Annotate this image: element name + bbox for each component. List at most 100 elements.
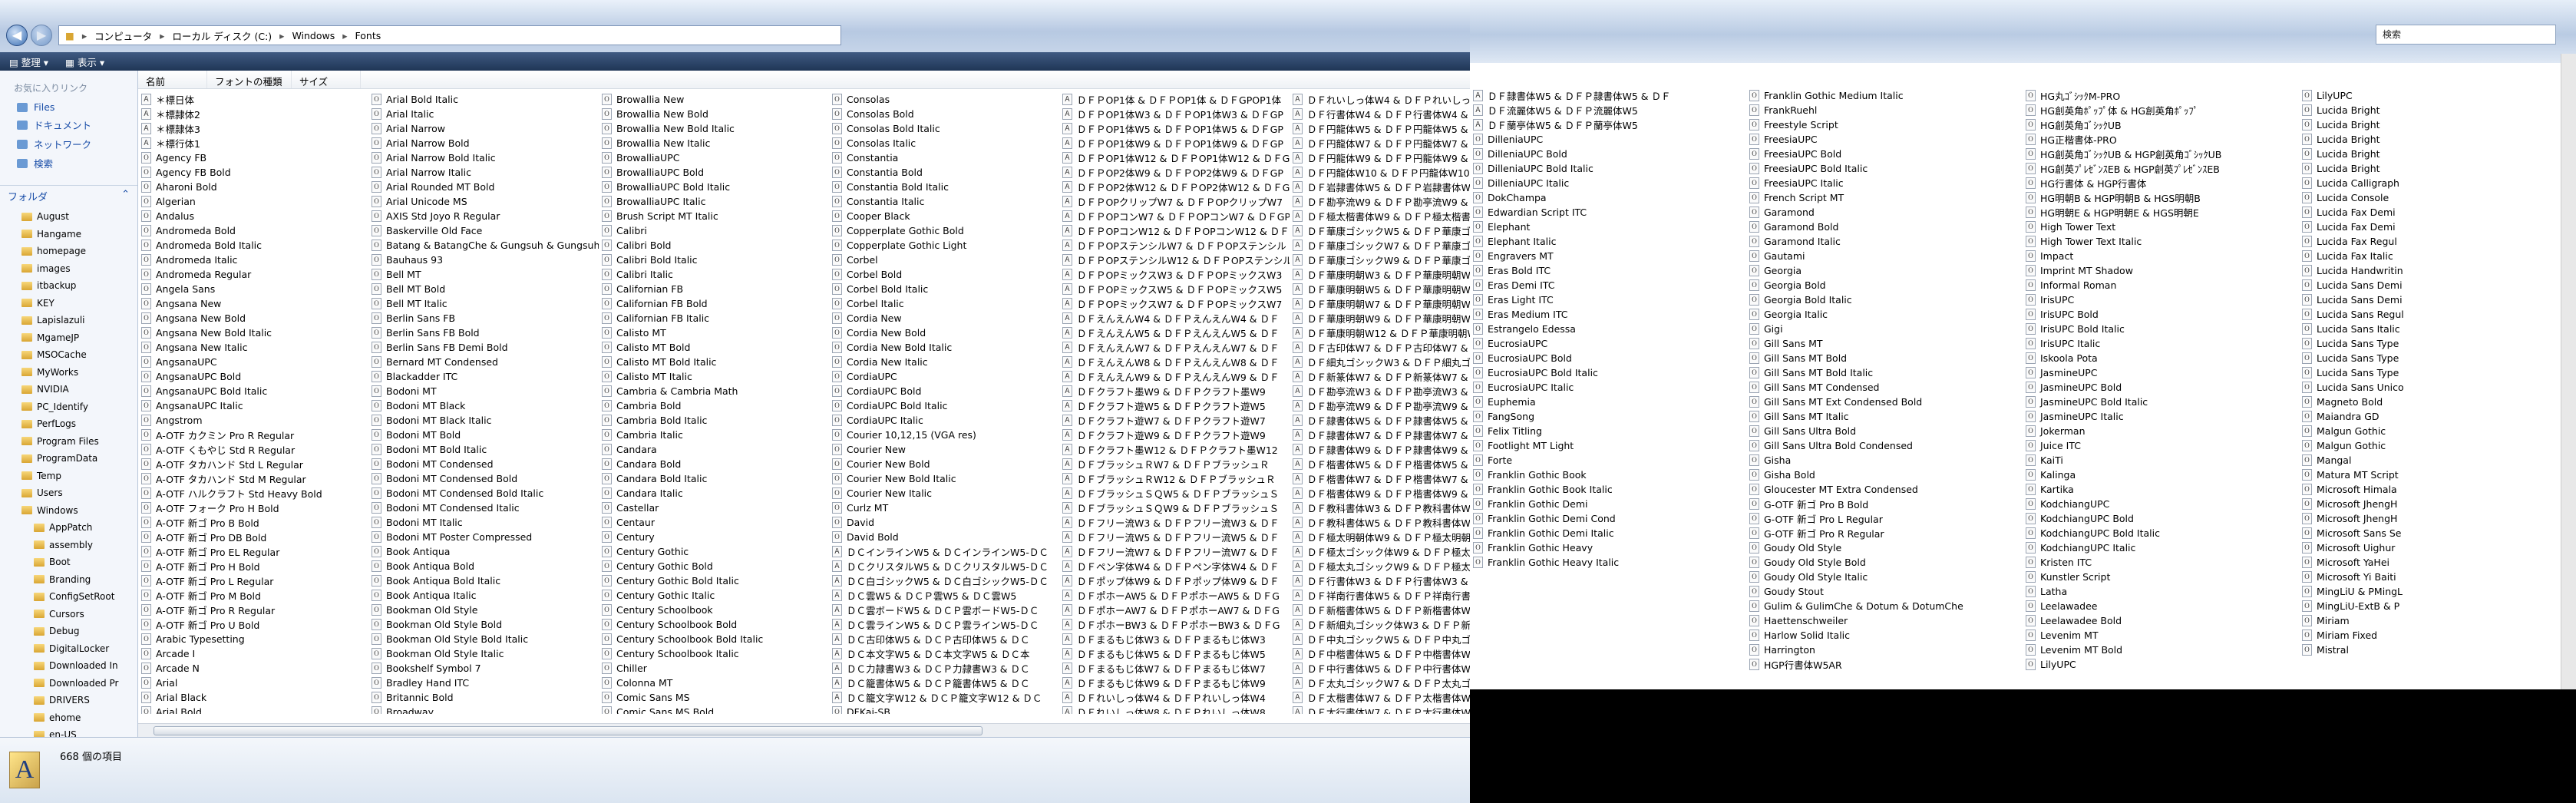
font-item[interactable]: O Garamond	[1746, 205, 2023, 220]
font-item[interactable]: Ａ ＤＣ籠文字W12 & ＤＣＰ籠文字W12 & ＤＣ	[829, 690, 1059, 705]
breadcrumb-fonts[interactable]: Fonts	[355, 30, 381, 41]
font-item[interactable]: Ａ ＤＦ隷書体W9 & ＤＦＰ隷書体W9 & ＤＦ	[1290, 442, 1470, 457]
font-item[interactable]: O HG明朝E & HGP明朝E & HGS明朝E	[2023, 205, 2299, 220]
font-item[interactable]: O Gill Sans Ultra Bold	[1746, 424, 2023, 438]
font-item[interactable]: O Bodoni MT Condensed	[368, 457, 599, 471]
font-item[interactable]: Ａ ＤＦ華康明朝W7 & ＤＦＰ華康明朝W7 & Ｄ	[1290, 296, 1470, 311]
font-item[interactable]: O A-OTF 新ゴ Pro DB Bold	[138, 530, 368, 544]
font-item[interactable]: O Calisto MT Bold	[599, 340, 829, 355]
font-item[interactable]: O Franklin Gothic Heavy Italic	[1470, 555, 1746, 570]
font-item[interactable]: O HG創英ﾌﾟﾚｾﾞﾝｽEB & HGP創英ﾌﾟﾚｾﾞﾝｽEB	[2023, 161, 2299, 176]
font-item[interactable]: Ａ ＤＣ本文字W5 & ＤＣ本文字W5 & ＤＣ本	[829, 646, 1059, 661]
font-item[interactable]: Ａ ＤＦ教科書体W5 & ＤＦＰ教科書体W5	[1290, 515, 1470, 530]
font-item[interactable]: Ａ ＤＦ隷書体W5 & ＤＦＰ隷書体W5 & ＤＦ	[1470, 88, 1746, 103]
font-item[interactable]: O David Bold	[829, 530, 1059, 544]
font-item[interactable]: O HG正楷書体-PRO	[2023, 132, 2299, 147]
font-item[interactable]: O Lucida Sans Demi	[2299, 278, 2575, 292]
font-item[interactable]: Ａ ＤＦ極太丸ゴシックW9 & ＤＦＰ極太丸	[1290, 559, 1470, 573]
font-item[interactable]: Ａ ＤＦ華康明朝W12 & ＤＦＰ華康明朝W12	[1290, 325, 1470, 340]
font-item[interactable]: Ａ ＤＦブラッシュＳＱW9 & ＤＦＰブラッシュＳ	[1059, 501, 1290, 515]
font-item[interactable]: O Cooper Black	[829, 209, 1059, 223]
font-item[interactable]: O Maiandra GD	[2299, 409, 2575, 424]
font-item[interactable]: O Mistral	[2299, 643, 2575, 657]
font-item[interactable]: O FrankRuehl	[1746, 103, 2023, 117]
font-item[interactable]: O Miriam Fixed	[2299, 628, 2575, 643]
font-item[interactable]: O Constantia Bold Italic	[829, 180, 1059, 194]
font-item[interactable]: O Impact	[2023, 249, 2299, 263]
font-item[interactable]: O Arial Bold	[138, 705, 368, 714]
tree-folder[interactable]: NVIDIA	[21, 381, 137, 398]
font-item[interactable]: O Angela Sans	[138, 282, 368, 296]
font-item[interactable]: O Franklin Gothic Demi	[1470, 497, 1746, 511]
font-item[interactable]: Ａ ＊標隷体2	[138, 107, 368, 121]
font-item[interactable]: Ａ ＤＦまるもじ体W5 & ＤＦＰまるもじ体W5	[1059, 646, 1290, 661]
tree-subfolder[interactable]: DRIVERS	[21, 692, 137, 709]
back-button[interactable]: ◀	[6, 25, 28, 46]
font-item[interactable]: Ａ ＤＦクラフト墨W9 & ＤＦＰクラフト墨W9	[1059, 384, 1290, 398]
font-item[interactable]: O IrisUPC	[2023, 292, 2299, 307]
font-item[interactable]: Ａ ＤＦれいしっ体W4 & ＤＦＰれいしっ体W4 &	[1290, 92, 1470, 107]
tree-folder[interactable]: itbackup	[21, 277, 137, 295]
font-item[interactable]: Ａ ＤＦＰOPミックスW7 & ＤＦＰOPミックスW7	[1059, 296, 1290, 311]
font-item[interactable]: O DilleniaUPC Bold Italic	[1470, 161, 1746, 176]
font-item[interactable]: Ａ ＤＣ雲ボードW5 & ＤＣＰ雲ボードW5-ＤＣ	[829, 603, 1059, 617]
font-item[interactable]: O Book Antiqua Bold Italic	[368, 573, 599, 588]
font-item[interactable]: O Georgia Bold Italic	[1746, 292, 2023, 307]
font-item[interactable]: O Franklin Gothic Demi Italic	[1470, 526, 1746, 540]
font-item[interactable]: O Franklin Gothic Medium Italic	[1746, 88, 2023, 103]
column-header-type[interactable]: フォントの種類	[207, 71, 292, 88]
font-item[interactable]: Ａ ＤＦ円龍体W9 & ＤＦＰ円龍体W9 & ＤＦG	[1290, 150, 1470, 165]
font-item[interactable]: O G-OTF 新ゴ Pro R Regular	[1746, 526, 2023, 540]
tree-folder[interactable]: ProgramData	[21, 450, 137, 468]
font-item[interactable]: O AngsanaUPC	[138, 355, 368, 369]
font-item[interactable]: O Kunstler Script	[2023, 570, 2299, 584]
font-item[interactable]: O Courier New Italic	[829, 486, 1059, 501]
font-item[interactable]: Ａ ＤＦ勘亭流W9 & ＤＦＰ勘亭流W9 & ＤＦ	[1290, 398, 1470, 413]
font-item[interactable]: O Felix Titling	[1470, 424, 1746, 438]
font-item[interactable]: O Bodoni MT Black	[368, 398, 599, 413]
font-item[interactable]: O Gloucester MT Extra Condensed	[1746, 482, 2023, 497]
font-item[interactable]: O HG行書体 & HGP行書体	[2023, 176, 2299, 190]
font-item[interactable]: Ａ ＊標隷体3	[138, 121, 368, 136]
font-item[interactable]: O Miriam	[2299, 613, 2575, 628]
font-item[interactable]: O Lucida Sans Demi	[2299, 292, 2575, 307]
font-item[interactable]: Ａ ＤＦＰOPコンW12 & ＤＦＰOPコンW12 & ＤＦ	[1059, 223, 1290, 238]
font-item[interactable]: O HG創英角ﾎﾟｯﾌﾟ体 & HG創英角ﾎﾟｯﾌﾟ	[2023, 103, 2299, 117]
font-item[interactable]: O Consolas Bold Italic	[829, 121, 1059, 136]
font-item[interactable]: O Microsoft JhengH	[2299, 497, 2575, 511]
font-item[interactable]: O Eras Light ITC	[1470, 292, 1746, 307]
font-item[interactable]: O Angsana New Bold Italic	[138, 325, 368, 340]
font-item[interactable]: O Aharoni Bold	[138, 180, 368, 194]
font-item[interactable]: O Berlin Sans FB Demi Bold	[368, 340, 599, 355]
font-item[interactable]: Ａ ＤＦクラフト遊W7 & ＤＦＰクラフト遊W7	[1059, 413, 1290, 428]
tree-folder[interactable]: homepage	[21, 243, 137, 260]
font-item[interactable]: O Candara Italic	[599, 486, 829, 501]
tree-folder[interactable]: PerfLogs	[21, 415, 137, 433]
font-item[interactable]: O Agency FB	[138, 150, 368, 165]
font-item[interactable]: O KaiTi	[2023, 453, 2299, 468]
font-item[interactable]: Ａ ＤＦ太行書体W7 & ＤＦＰ太行書体W7	[1290, 705, 1470, 714]
font-item[interactable]: O AngsanaUPC Italic	[138, 398, 368, 413]
font-item[interactable]: O Footlight MT Light	[1470, 438, 1746, 453]
font-item[interactable]: O Century	[599, 530, 829, 544]
font-item[interactable]: O Baskerville Old Face	[368, 223, 599, 238]
font-item[interactable]: O Calibri Italic	[599, 267, 829, 282]
tree-folder[interactable]: August	[21, 208, 137, 226]
font-item[interactable]: O Castellar	[599, 501, 829, 515]
font-item[interactable]: O Harrington	[1746, 643, 2023, 657]
font-item[interactable]: Ａ ＤＦブラッシュＳＱW5 & ＤＦＰブラッシュＳ	[1059, 486, 1290, 501]
font-item[interactable]: O FangSong	[1470, 409, 1746, 424]
font-item[interactable]: O Microsoft YaHei	[2299, 555, 2575, 570]
font-item[interactable]: O Cordia New	[829, 311, 1059, 325]
font-item[interactable]: O Consolas Bold	[829, 107, 1059, 121]
font-item[interactable]: O Gill Sans Ultra Bold Condensed	[1746, 438, 2023, 453]
font-item[interactable]: O Cordia New Bold	[829, 325, 1059, 340]
font-item[interactable]: O Browallia New Bold	[599, 107, 829, 121]
font-item[interactable]: Ａ ＤＦ教科書体W3 & ＤＦＰ教科書体W3	[1290, 501, 1470, 515]
font-item[interactable]: O Lucida Console	[2299, 190, 2575, 205]
font-item[interactable]: O Copperplate Gothic Bold	[829, 223, 1059, 238]
font-item[interactable]: O Comic Sans MS Bold	[599, 705, 829, 714]
font-item[interactable]: O Constantia Bold	[829, 165, 1059, 180]
font-item[interactable]: O Cambria & Cambria Math	[599, 384, 829, 398]
font-item[interactable]: Ａ ＤＦＰOPクリップW7 & ＤＦＰOPクリップW7	[1059, 194, 1290, 209]
